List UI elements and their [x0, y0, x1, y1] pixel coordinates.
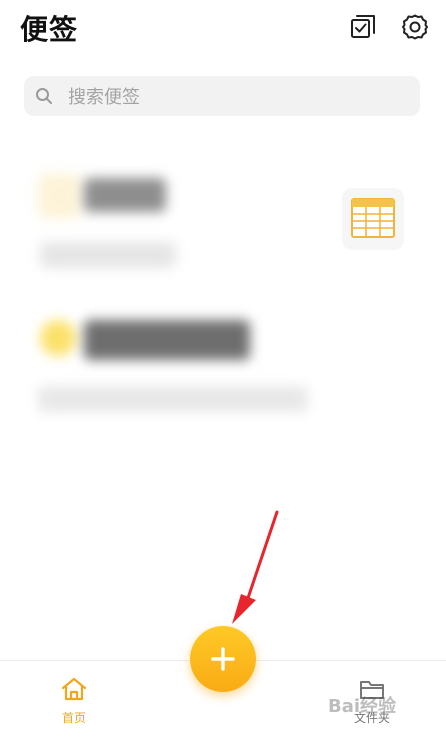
app-header: 便签 — [0, 0, 446, 60]
page-title: 便签 — [20, 13, 79, 46]
table-icon — [351, 198, 395, 238]
search-input[interactable] — [66, 76, 410, 118]
search-icon — [36, 88, 52, 104]
watermark: Bai经验 — [328, 696, 397, 717]
plus-icon — [211, 647, 235, 671]
checkbox-multi-icon[interactable] — [348, 12, 378, 42]
tab-home[interactable]: 首页 — [14, 661, 134, 739]
tab-home-label: 首页 — [61, 711, 86, 725]
home-icon — [61, 677, 87, 701]
gear-icon[interactable] — [400, 12, 430, 42]
search-bar[interactable] — [24, 76, 420, 118]
note-item[interactable] — [0, 160, 446, 280]
note-item[interactable] — [0, 300, 446, 430]
note-thumbnail — [342, 188, 404, 250]
new-note-button[interactable] — [190, 626, 256, 692]
